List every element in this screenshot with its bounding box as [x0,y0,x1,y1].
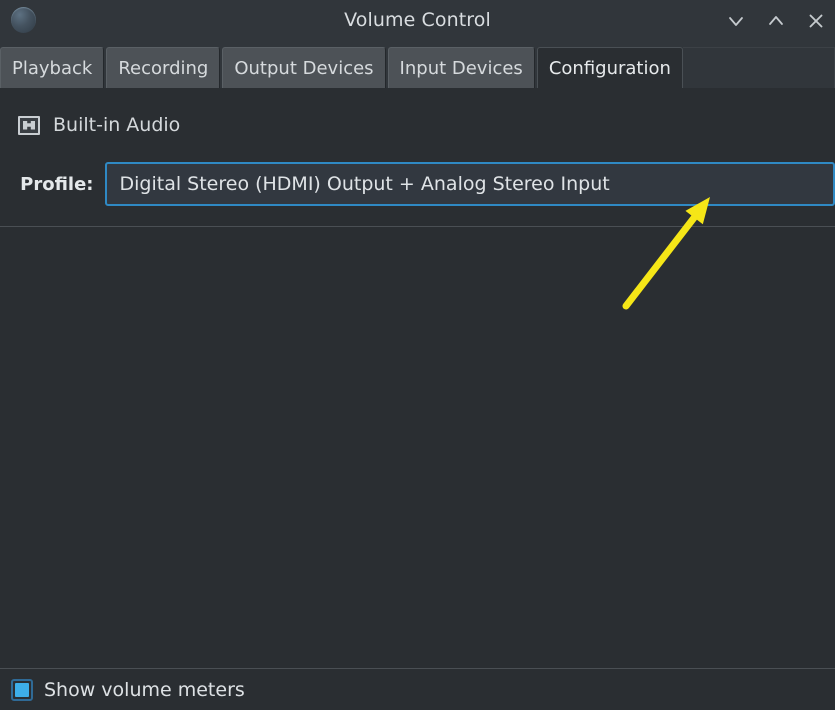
tab-playback-label: Playback [12,57,93,79]
minimize-icon[interactable] [723,8,749,34]
show-volume-meters-label: Show volume meters [44,678,245,701]
footer-bar: Show volume meters [0,668,835,710]
audio-card-icon [18,115,40,135]
profile-combobox[interactable]: Digital Stereo (HDMI) Output + Analog St… [104,162,835,206]
content-separator [0,226,835,227]
tab-playback[interactable]: Playback [0,47,105,88]
tab-bar: Playback Recording Output Devices Input … [0,41,835,88]
app-icon [11,7,36,33]
tab-input-devices[interactable]: Input Devices [387,47,535,88]
volume-control-window: Volume Control Playback Recording Output… [0,0,835,710]
window-title: Volume Control [344,9,491,31]
tab-recording[interactable]: Recording [106,47,221,88]
tab-configuration-label: Configuration [548,57,671,79]
show-volume-meters-checkbox[interactable]: Show volume meters [11,678,245,701]
tab-output-devices[interactable]: Output Devices [222,47,386,88]
close-icon[interactable] [803,8,829,34]
checkbox-box-icon [11,678,33,701]
tab-output-devices-label: Output Devices [234,57,374,79]
profile-row: Profile: Digital Stereo (HDMI) Output + … [0,160,835,208]
window-controls [723,0,829,41]
tab-input-devices-label: Input Devices [399,57,523,79]
titlebar: Volume Control [0,0,835,41]
device-header: Built-in Audio [18,114,180,136]
profile-label: Profile: [20,173,94,195]
device-name: Built-in Audio [53,114,181,136]
maximize-icon[interactable] [763,8,789,34]
tab-configuration[interactable]: Configuration [536,47,683,88]
tab-recording-label: Recording [118,57,209,79]
tab-strip-filler [682,47,835,88]
checkbox-checked-fill [15,682,29,697]
profile-combobox-value: Digital Stereo (HDMI) Output + Analog St… [119,173,610,195]
tab-strip: Playback Recording Output Devices Input … [0,47,835,88]
configuration-panel: Built-in Audio Profile: Digital Stereo (… [0,88,835,668]
